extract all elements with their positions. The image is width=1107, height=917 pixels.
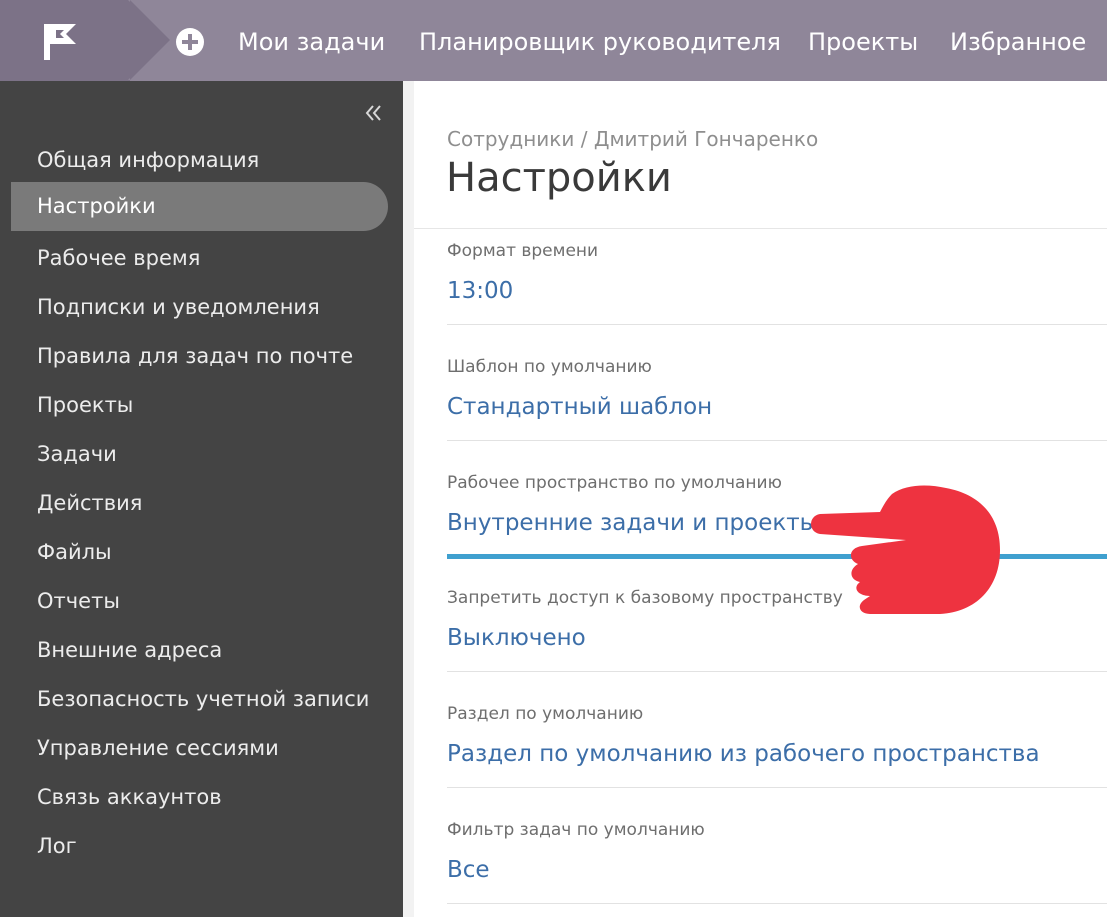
setting-value-default-section[interactable]: Раздел по умолчанию из рабочего простран… bbox=[447, 739, 1040, 769]
setting-label: Фильтр задач по умолчанию bbox=[447, 820, 705, 840]
setting-label: Запретить доступ к базовому пространству bbox=[447, 588, 843, 608]
setting-value-default-task-filter[interactable]: Все bbox=[447, 855, 490, 885]
pointing-hand-icon bbox=[811, 485, 1000, 614]
setting-label: Раздел по умолчанию bbox=[447, 704, 644, 724]
plus-circle-icon[interactable] bbox=[176, 28, 204, 56]
setting-label: Рабочее пространство по умолчанию bbox=[447, 473, 782, 493]
top-navigation-bar: Мои задачи Планировщик руководителя Прое… bbox=[0, 0, 1107, 81]
sidebar-item-session-management[interactable]: Управление сессиями bbox=[11, 724, 388, 773]
sidebar-item-tasks[interactable]: Задачи bbox=[11, 430, 388, 479]
sidebar-item-projects[interactable]: Проекты bbox=[11, 381, 388, 430]
sidebar-item-external-addresses[interactable]: Внешние адреса bbox=[11, 626, 388, 675]
setting-default-task-filter: Фильтр задач по умолчанию Все bbox=[447, 819, 1107, 905]
setting-divider bbox=[447, 787, 1107, 788]
setting-divider bbox=[447, 324, 1107, 325]
sidebar-item-subscriptions[interactable]: Подписки и уведомления bbox=[11, 283, 388, 332]
nav-projects[interactable]: Проекты bbox=[808, 26, 918, 58]
logo-block-arrow bbox=[130, 0, 170, 80]
setting-divider bbox=[447, 903, 1107, 904]
nav-my-tasks[interactable]: Мои задачи bbox=[238, 26, 385, 58]
setting-divider bbox=[447, 671, 1107, 672]
sidebar-item-reports[interactable]: Отчеты bbox=[11, 577, 388, 626]
nav-manager-planner[interactable]: Планировщик руководителя bbox=[419, 26, 781, 58]
sidebar-item-files[interactable]: Файлы bbox=[11, 528, 388, 577]
sidebar-item-account-linking[interactable]: Связь аккаунтов bbox=[11, 773, 388, 822]
setting-value-default-workspace[interactable]: Внутренние задачи и проекты bbox=[447, 508, 818, 538]
breadcrumb-separator: / bbox=[574, 127, 594, 151]
breadcrumb-current: Дмитрий Гончаренко bbox=[593, 127, 819, 151]
setting-label: Формат времени bbox=[447, 241, 599, 261]
nav-favorites[interactable]: Избранное bbox=[950, 26, 1086, 58]
flag-logo-icon[interactable] bbox=[42, 22, 78, 62]
sidebar-item-log[interactable]: Лог bbox=[11, 822, 388, 871]
main-panel-edge bbox=[403, 81, 414, 917]
breadcrumb-employees-link[interactable]: Сотрудники bbox=[447, 127, 574, 151]
setting-default-section: Раздел по умолчанию Раздел по умолчанию … bbox=[447, 703, 1107, 789]
title-divider bbox=[414, 228, 1107, 229]
sidebar-item-settings[interactable]: Настройки bbox=[11, 182, 388, 231]
setting-label: Шаблон по умолчанию bbox=[447, 357, 652, 377]
setting-value-default-template[interactable]: Стандартный шаблон bbox=[447, 392, 712, 422]
breadcrumb: Сотрудники / Дмитрий Гончаренко bbox=[447, 126, 818, 152]
setting-divider-highlight bbox=[447, 554, 1107, 559]
sidebar-item-email-rules[interactable]: Правила для задач по почте bbox=[11, 332, 388, 381]
setting-value-block-base-space[interactable]: Выключено bbox=[447, 623, 586, 653]
double-chevron-left-icon[interactable] bbox=[362, 103, 388, 123]
setting-default-workspace: Рабочее пространство по умолчанию Внутре… bbox=[447, 472, 1107, 560]
page-title: Настройки bbox=[446, 155, 672, 201]
setting-divider bbox=[447, 440, 1107, 441]
sidebar: Общая информация Настройки Рабочее время… bbox=[0, 81, 403, 917]
sidebar-item-general-info[interactable]: Общая информация bbox=[11, 136, 388, 185]
setting-value-time-format[interactable]: 13:00 bbox=[447, 276, 513, 306]
setting-default-template: Шаблон по умолчанию Стандартный шаблон bbox=[447, 356, 1107, 442]
sidebar-item-actions[interactable]: Действия bbox=[11, 479, 388, 528]
setting-time-format: Формат времени 13:00 bbox=[447, 240, 1107, 326]
setting-block-base-space: Запретить доступ к базовому пространству… bbox=[447, 587, 1107, 673]
sidebar-item-work-time[interactable]: Рабочее время bbox=[11, 234, 388, 283]
sidebar-item-account-security[interactable]: Безопасность учетной записи bbox=[11, 675, 388, 724]
